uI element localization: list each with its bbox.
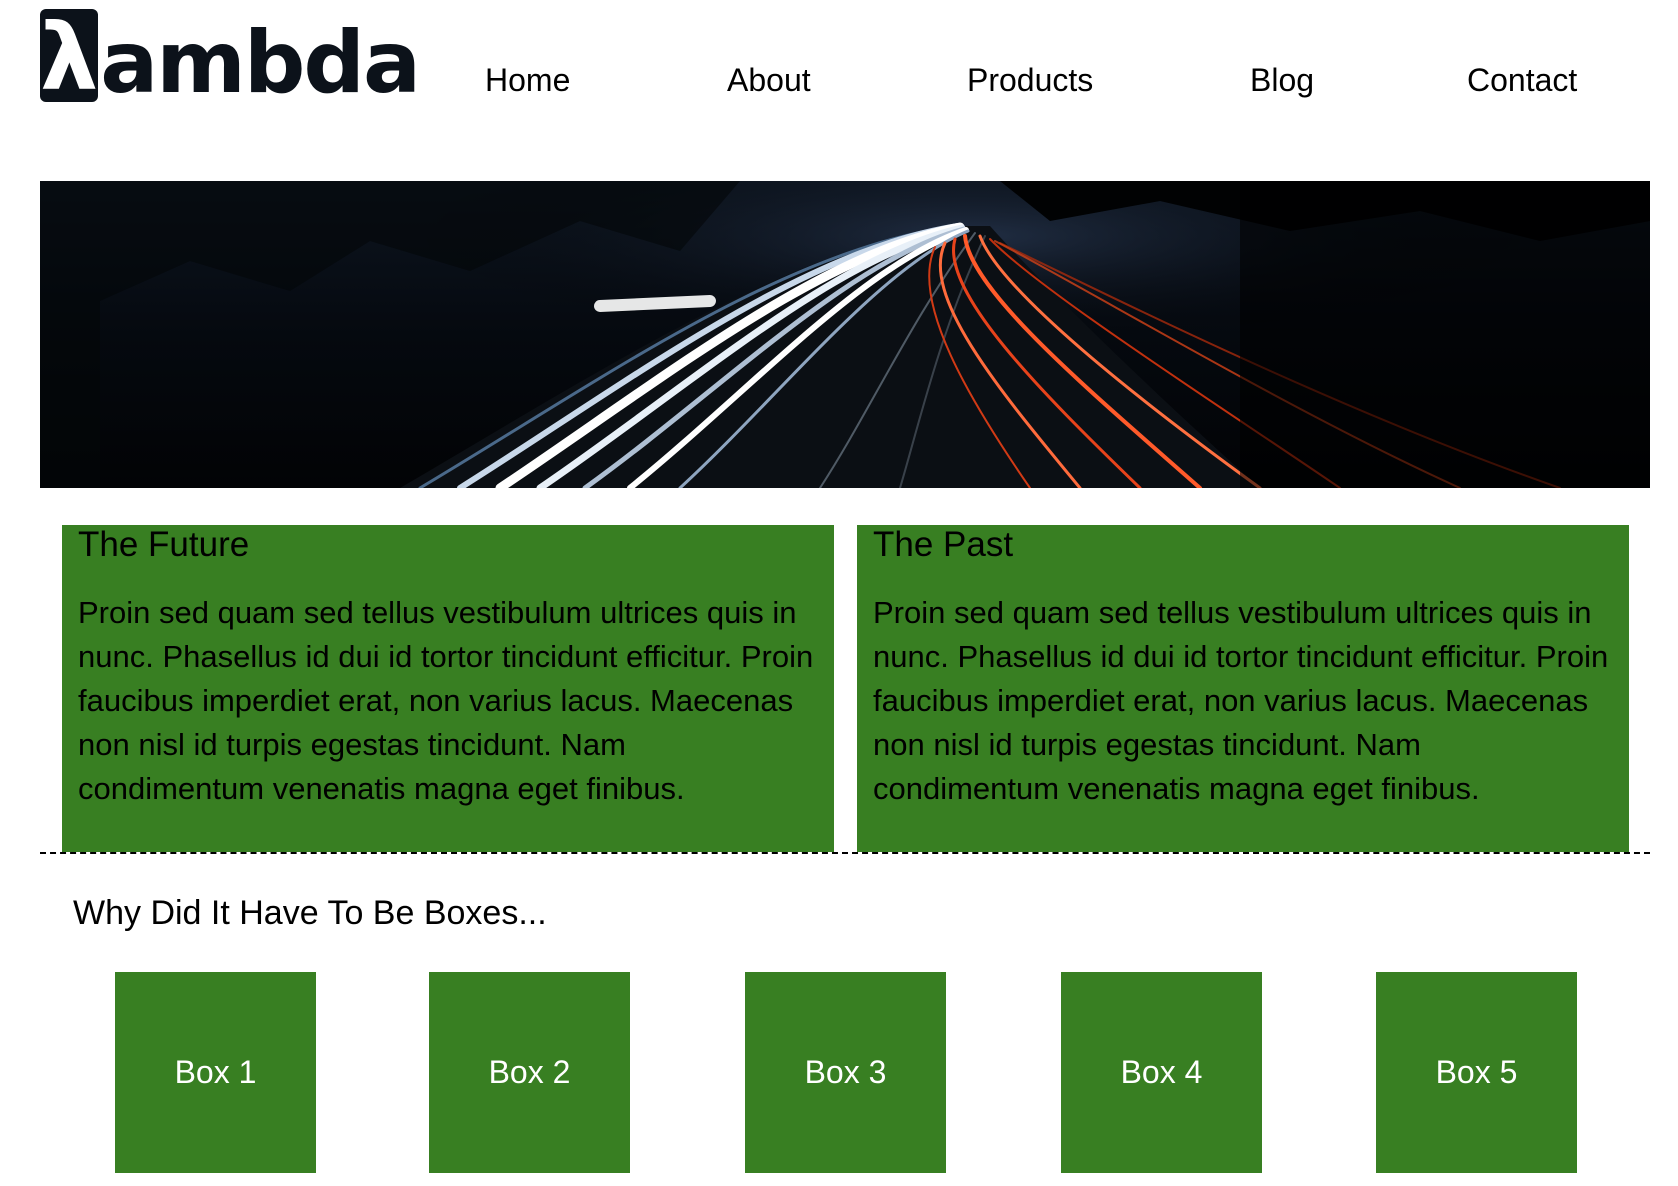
nav-about[interactable]: About — [727, 62, 811, 99]
dashed-divider — [40, 852, 1650, 854]
panel-title: The Future — [78, 525, 250, 564]
hero-light-trails — [40, 181, 1650, 488]
hero-image — [40, 181, 1650, 488]
panel-title: The Past — [873, 525, 1014, 564]
box-1[interactable]: Box 1 — [115, 972, 316, 1173]
logo-wordmark: ambda — [100, 12, 421, 113]
panel-the-future: The Future Proin sed quam sed tellus ves… — [62, 525, 834, 852]
nav-contact[interactable]: Contact — [1467, 62, 1577, 99]
site-header: λ ambda Home About Products Blog Contact — [0, 0, 1678, 150]
nav-home[interactable]: Home — [485, 62, 570, 99]
panel-body: Proin sed quam sed tellus vestibulum ult… — [78, 595, 814, 806]
panel-the-past: The Past Proin sed quam sed tellus vesti… — [857, 525, 1629, 852]
box-5[interactable]: Box 5 — [1376, 972, 1577, 1173]
nav-products[interactable]: Products — [967, 62, 1093, 99]
panel-body: Proin sed quam sed tellus vestibulum ult… — [873, 595, 1609, 806]
box-4[interactable]: Box 4 — [1061, 972, 1262, 1173]
lambda-logo[interactable]: λ ambda — [40, 3, 421, 111]
nav-blog[interactable]: Blog — [1250, 62, 1314, 99]
box-2[interactable]: Box 2 — [429, 972, 630, 1173]
lambda-icon: λ — [40, 3, 99, 111]
section-title: Why Did It Have To Be Boxes... — [73, 894, 547, 932]
box-3[interactable]: Box 3 — [745, 972, 946, 1173]
